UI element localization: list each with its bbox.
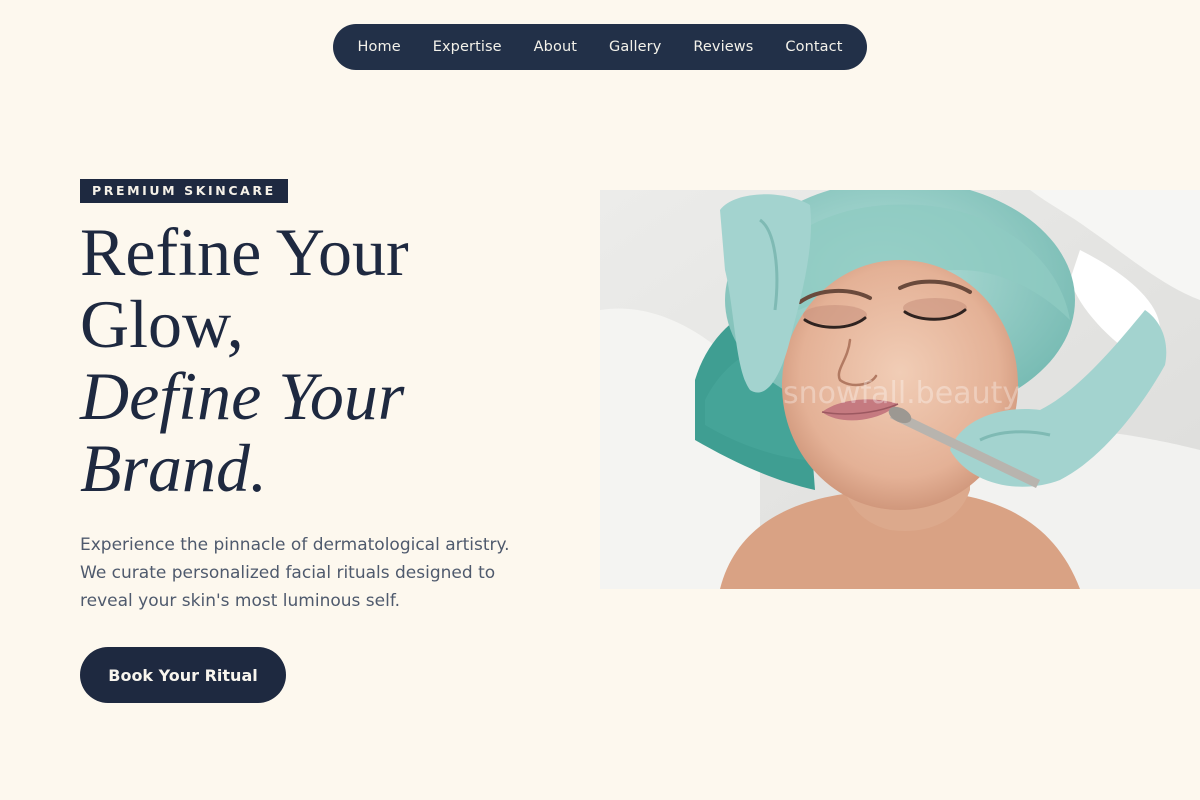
book-ritual-button[interactable]: Book Your Ritual (80, 647, 286, 703)
headline-line-4: Brand. (80, 430, 267, 506)
nav-item-home[interactable]: Home (358, 39, 401, 55)
facial-treatment-illustration (600, 190, 1200, 589)
nav-item-contact[interactable]: Contact (785, 39, 842, 55)
main-nav: Home Expertise About Gallery Reviews Con… (333, 24, 867, 70)
hero-facial-treatment-image: snowfall.beauty (600, 190, 1200, 589)
nav-item-gallery[interactable]: Gallery (609, 39, 661, 55)
hero-description: Experience the pinnacle of dermatologica… (80, 535, 510, 611)
headline-line-3: Define Your (80, 358, 405, 434)
hero-headline: Refine Your Glow, Define Your Brand. (80, 216, 580, 504)
headline-line-1: Refine Your (80, 214, 409, 290)
headline-line-2: Glow, (80, 286, 244, 362)
nav-item-reviews[interactable]: Reviews (693, 39, 753, 55)
premium-skincare-badge: PREMIUM SKINCARE (80, 179, 288, 203)
nav-item-about[interactable]: About (534, 39, 577, 55)
nav-item-expertise[interactable]: Expertise (433, 39, 502, 55)
